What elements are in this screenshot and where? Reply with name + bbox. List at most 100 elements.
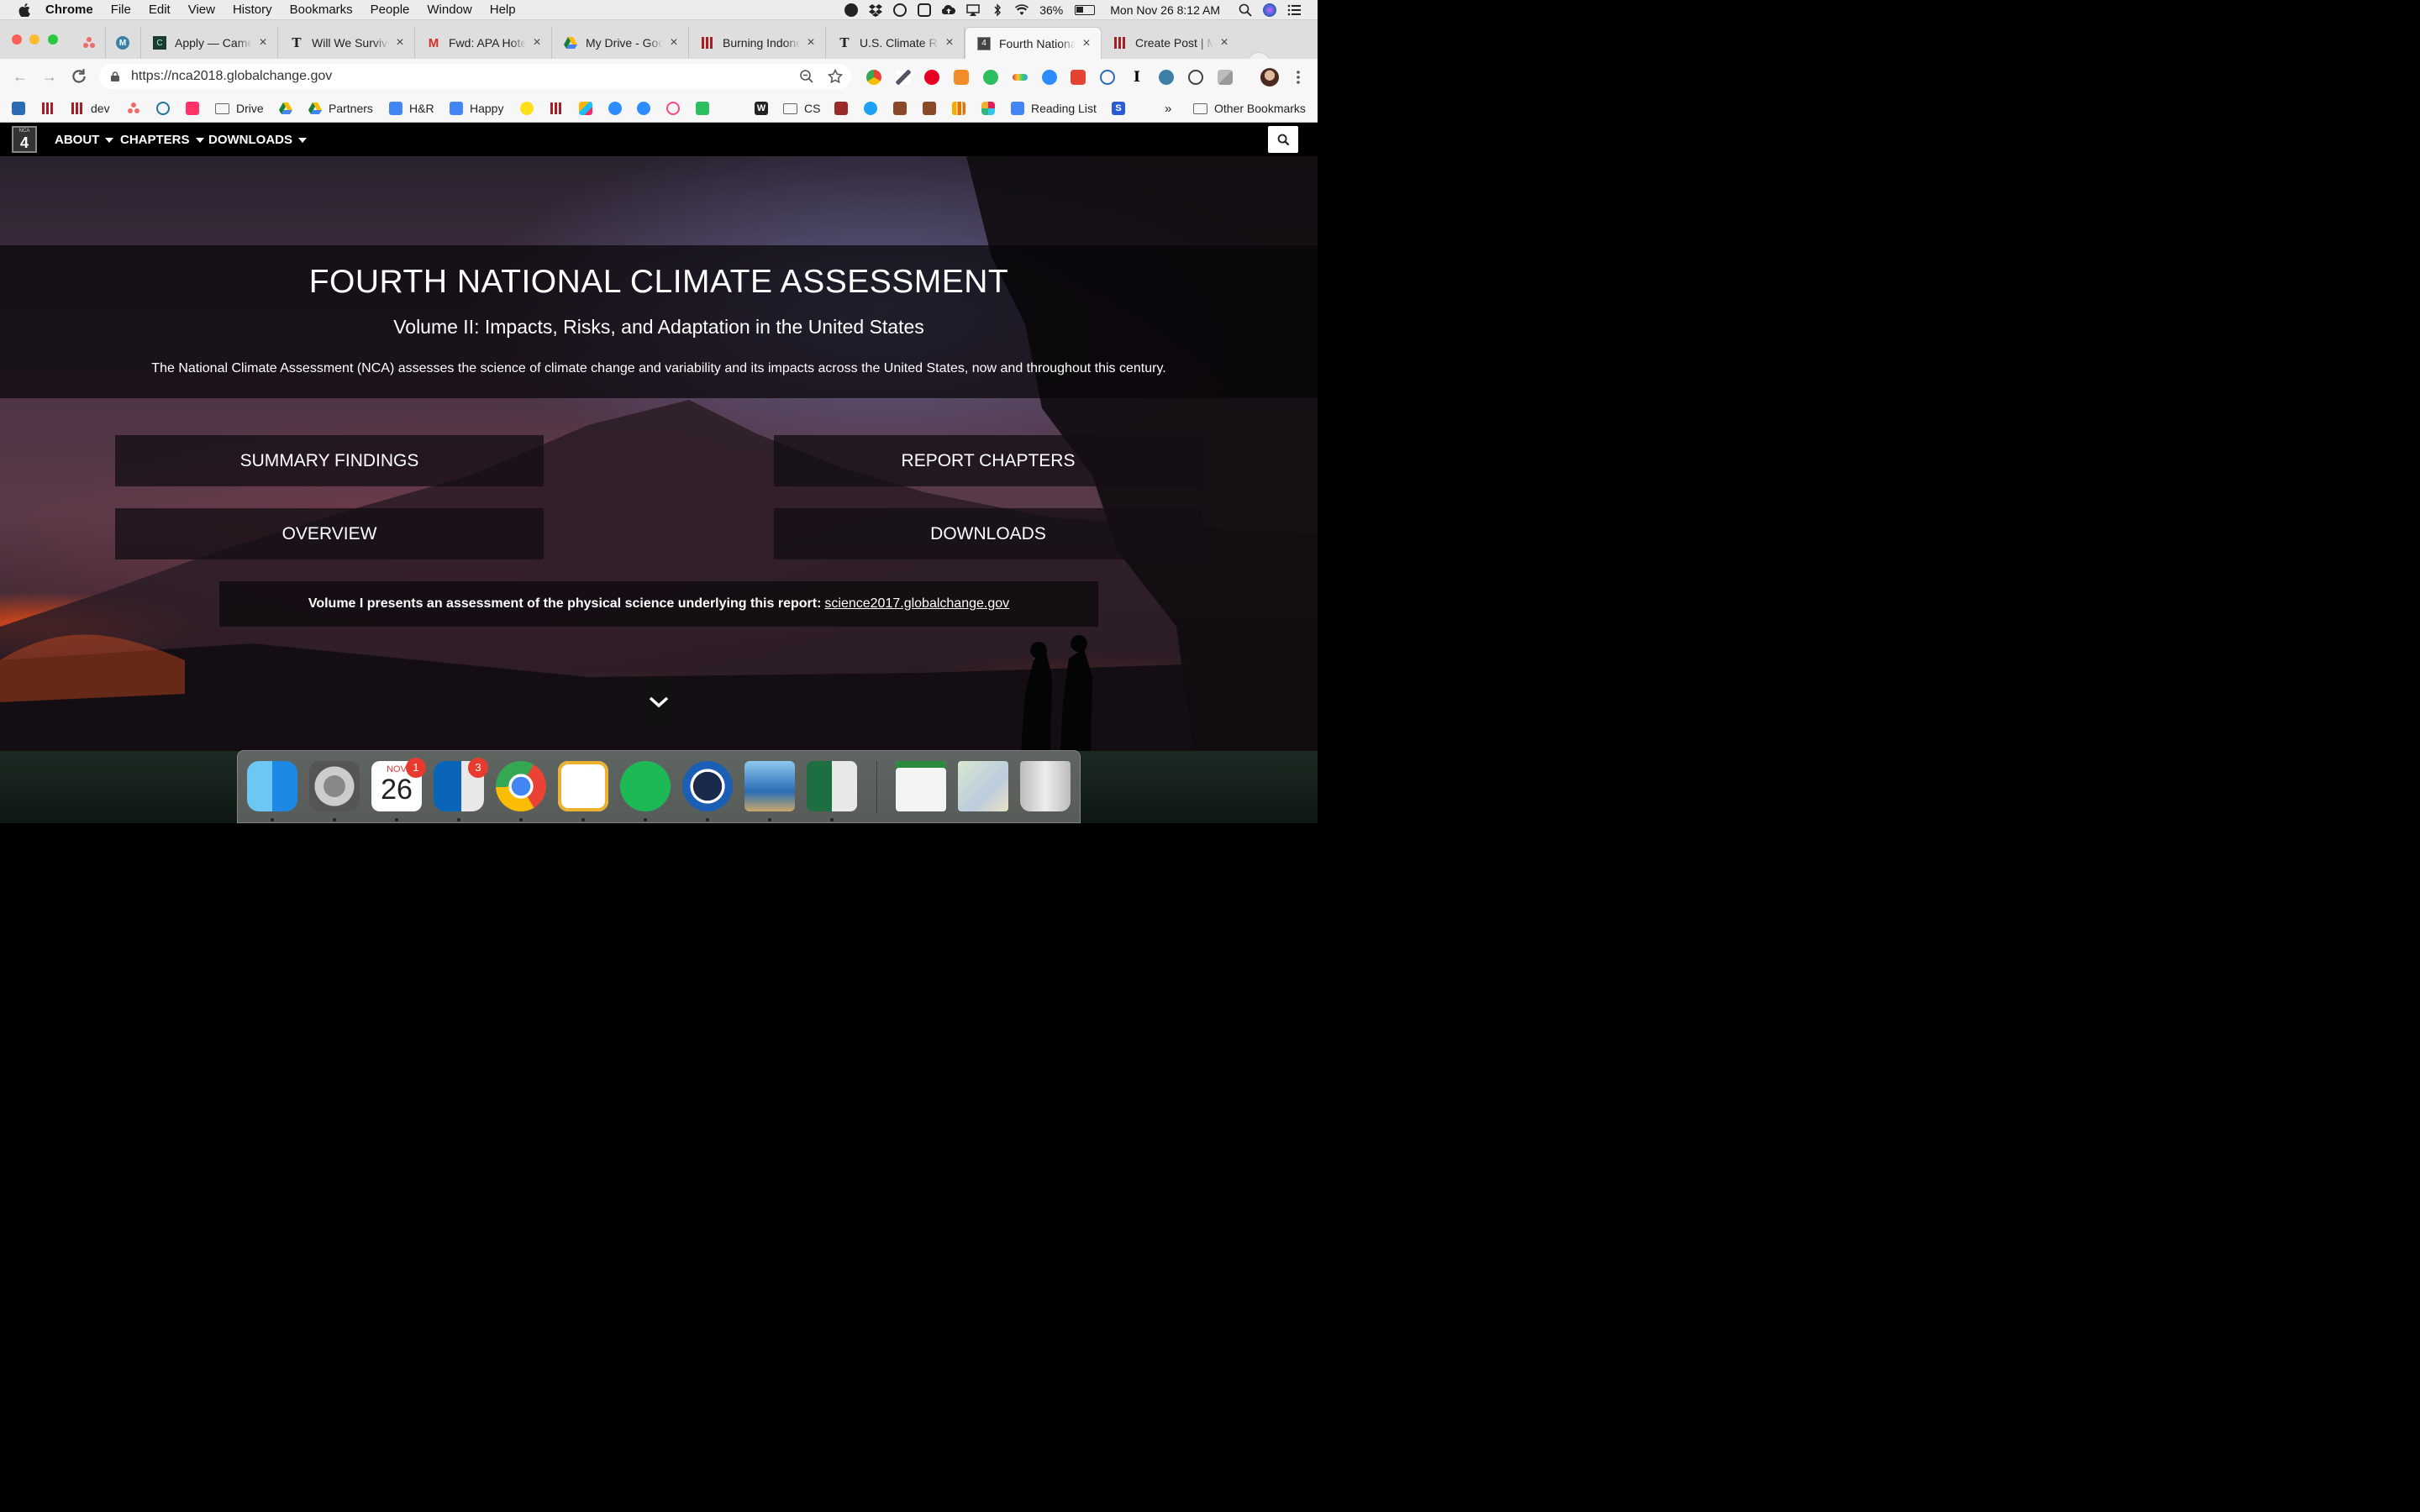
overview-button[interactable]: OVERVIEW — [115, 508, 544, 559]
bookmark-analytics[interactable] — [952, 100, 972, 117]
tab-my-drive[interactable]: My Drive - Goo × — [552, 27, 689, 59]
tab-fourth-national-active[interactable]: 4 Fourth National × — [965, 27, 1102, 59]
apple-icon[interactable] — [18, 3, 30, 17]
slack-icon[interactable] — [558, 761, 608, 811]
extension-chrome-icon[interactable] — [866, 70, 881, 85]
tab-close-icon[interactable]: × — [257, 35, 269, 50]
tab-us-climate-report[interactable]: T U.S. Climate Re × — [826, 27, 965, 59]
tab-close-icon[interactable]: × — [394, 35, 406, 50]
bookmark-twitter[interactable] — [864, 100, 884, 117]
spotify-icon[interactable] — [620, 761, 671, 811]
menu-help[interactable]: Help — [490, 3, 516, 17]
chrome-menu-icon[interactable] — [1291, 70, 1306, 85]
forward-arrow-icon[interactable]: → — [40, 67, 59, 86]
maps-document-icon[interactable] — [958, 761, 1008, 811]
bookmark-publication[interactable] — [41, 100, 61, 117]
nav-about[interactable]: ABOUT — [55, 133, 114, 147]
bookmark-mailchimp[interactable] — [520, 100, 540, 117]
reload-icon[interactable] — [70, 67, 88, 86]
bookmark-zoom-2[interactable] — [637, 100, 657, 117]
google-chrome-icon[interactable] — [496, 761, 546, 811]
siri-icon[interactable] — [1263, 3, 1276, 17]
summary-findings-button[interactable]: SUMMARY FINDINGS — [115, 435, 544, 486]
lock-icon[interactable] — [111, 71, 119, 81]
menu-bookmarks[interactable]: Bookmarks — [290, 3, 353, 17]
bookmark-asana[interactable] — [127, 100, 147, 117]
extension-instapaper-icon[interactable]: I — [1129, 70, 1144, 85]
bookmark-bank[interactable] — [834, 100, 855, 117]
bookmark-folder-drive[interactable]: Drive — [215, 100, 264, 117]
system-preferences-icon[interactable] — [309, 761, 360, 811]
bookmark-invision[interactable] — [186, 100, 206, 117]
bookmark-brown-1[interactable] — [893, 100, 913, 117]
zoom-icon[interactable] — [799, 69, 814, 84]
extension-zoom-icon[interactable] — [1042, 70, 1057, 85]
tab-close-icon[interactable]: × — [531, 35, 543, 50]
bookmark-reading-list[interactable]: Reading List — [1011, 100, 1097, 117]
extension-chat-icon[interactable] — [1100, 70, 1115, 85]
profile-avatar[interactable] — [1260, 68, 1279, 87]
bookmark-zoom-1[interactable] — [608, 100, 629, 117]
bookmark-dev[interactable]: dev — [71, 100, 110, 117]
bookmark-slack[interactable] — [981, 100, 1002, 117]
wifi-icon[interactable] — [1015, 3, 1029, 17]
notification-center-icon[interactable] — [1287, 3, 1301, 17]
bookmark-blue-app[interactable] — [12, 100, 32, 117]
extension-chart-icon[interactable] — [954, 70, 969, 85]
bookmark-s-app[interactable]: S — [1112, 100, 1132, 117]
tab-burning-indonesia[interactable]: Burning Indone × — [689, 27, 826, 59]
address-bar[interactable]: https://nca2018.globalchange.gov — [99, 64, 851, 89]
bookmark-airtable[interactable] — [579, 100, 599, 117]
finder-icon[interactable] — [247, 761, 297, 811]
volume1-link[interactable]: science2017.globalchange.gov — [824, 596, 1009, 612]
menu-edit[interactable]: Edit — [149, 3, 171, 17]
extension-eyedropper-icon[interactable] — [896, 70, 911, 85]
bookmark-w-app[interactable]: W — [755, 100, 775, 117]
excel-icon[interactable] — [807, 761, 857, 811]
report-chapters-button[interactable]: REPORT CHAPTERS — [774, 435, 1202, 486]
onepassword-menu-icon[interactable] — [893, 3, 908, 17]
bookmark-hr[interactable]: H&R — [389, 100, 434, 117]
airplay-icon[interactable] — [966, 3, 980, 17]
tab-create-post[interactable]: Create Post | M × — [1102, 27, 1239, 59]
nca4-logo[interactable]: NCA 4 — [12, 126, 37, 153]
tab-pinned-asana[interactable] — [72, 27, 106, 59]
nav-downloads[interactable]: DOWNLOADS — [208, 133, 307, 147]
creative-cloud-icon[interactable] — [918, 3, 932, 17]
tab-fwd-apa-hotel[interactable]: M Fwd: APA Hotel × — [415, 27, 552, 59]
bookmark-happy[interactable]: Happy — [450, 100, 503, 117]
menu-view[interactable]: View — [188, 3, 215, 17]
window-zoom-button[interactable] — [48, 34, 58, 45]
onepassword-icon[interactable] — [682, 761, 733, 811]
menu-file[interactable]: File — [111, 3, 131, 17]
tab-close-icon[interactable]: × — [1081, 36, 1092, 51]
dropbox-icon[interactable] — [869, 3, 883, 17]
bookmark-other-bookmarks[interactable]: Other Bookmarks — [1193, 100, 1306, 117]
cloud-upload-icon[interactable] — [942, 3, 956, 17]
notification-bubble-icon[interactable] — [844, 3, 859, 17]
extension-onepassword-icon[interactable] — [1188, 70, 1203, 85]
bookmark-star-icon[interactable] — [828, 69, 843, 84]
bookmark-overflow[interactable]: » — [1165, 100, 1171, 117]
extension-medium-icon[interactable] — [1159, 70, 1174, 85]
menu-people[interactable]: People — [371, 3, 410, 17]
tab-will-we-survive[interactable]: T Will We Survive × — [278, 27, 415, 59]
extension-rainbow-icon[interactable] — [1013, 74, 1028, 81]
nav-chapters[interactable]: CHAPTERS — [120, 133, 204, 147]
extension-pinterest-icon[interactable] — [924, 70, 939, 85]
window-close-button[interactable] — [12, 34, 22, 45]
bookmark-wordpress[interactable] — [156, 100, 176, 117]
extension-drive-icon[interactable] — [1218, 70, 1233, 85]
bookmark-partners[interactable]: Partners — [308, 100, 373, 117]
spotlight-search-icon[interactable] — [1239, 3, 1252, 17]
extension-evernote-icon[interactable] — [983, 70, 998, 85]
bookmark-green-app[interactable] — [696, 100, 716, 117]
bookmark-folder-cs[interactable]: CS — [783, 100, 820, 117]
menu-window[interactable]: Window — [427, 3, 471, 17]
tab-close-icon[interactable]: × — [805, 35, 817, 50]
battery-icon[interactable] — [1075, 5, 1096, 15]
bookmark-pink-app[interactable] — [666, 100, 687, 117]
tab-apply-camel[interactable]: C Apply — Camel × — [141, 27, 278, 59]
extension-todoist-icon[interactable] — [1071, 70, 1086, 85]
back-arrow-icon[interactable]: ← — [11, 67, 29, 86]
